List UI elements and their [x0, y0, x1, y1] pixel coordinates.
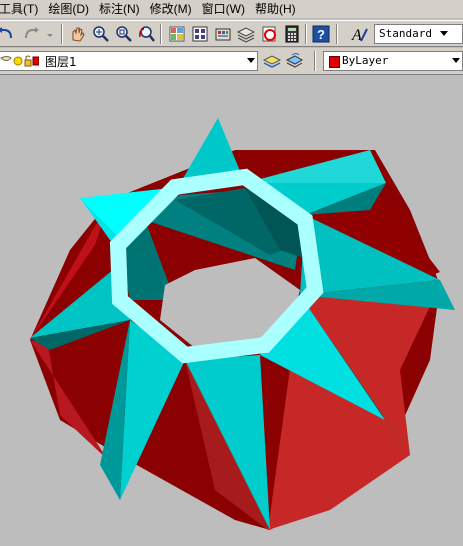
- toolbar-separator: [160, 24, 162, 44]
- markup-icon[interactable]: [259, 24, 279, 44]
- color-control-dropdown[interactable]: ByLayer: [323, 51, 463, 71]
- menu-draw[interactable]: 绘图(D): [43, 0, 94, 18]
- help-icon[interactable]: ?: [311, 24, 331, 44]
- chevron-down-icon: [440, 31, 448, 36]
- svg-text:?: ?: [317, 27, 325, 42]
- layer-state-icons: [0, 54, 40, 71]
- menu-dimension[interactable]: 标注(N): [94, 0, 145, 18]
- tool-palettes-icon[interactable]: [213, 24, 233, 44]
- layer-dropdown[interactable]: 图层1: [0, 51, 258, 71]
- redo-icon[interactable]: [22, 24, 42, 44]
- octagonal-star-model: [30, 118, 455, 530]
- color-value: ByLayer: [342, 54, 389, 67]
- toolbar-separator: [305, 24, 307, 44]
- text-style-value: Standard: [379, 27, 432, 40]
- properties-icon[interactable]: [167, 24, 187, 44]
- layers-toolbar: 图层1 ByLayer: [0, 48, 463, 75]
- zoom-previous-icon[interactable]: [137, 24, 157, 44]
- svg-text:A: A: [351, 27, 362, 44]
- zoom-window-icon[interactable]: [114, 24, 134, 44]
- menu-tools[interactable]: 工具(T): [0, 0, 43, 18]
- pan-icon[interactable]: [68, 24, 88, 44]
- standard-toolbar: ? A Standard: [0, 20, 463, 47]
- zoom-realtime-icon[interactable]: [91, 24, 111, 44]
- menu-window[interactable]: 窗口(W): [197, 0, 250, 18]
- toolbar-separator: [336, 24, 338, 44]
- drawing-viewport[interactable]: [0, 76, 463, 543]
- redo-dropdown-icon[interactable]: [44, 24, 56, 44]
- text-style-dropdown[interactable]: Standard: [374, 24, 463, 44]
- sheet-set-icon[interactable]: [236, 24, 256, 44]
- toolbar-separator: [61, 24, 63, 44]
- quickcalc-icon[interactable]: [282, 24, 302, 44]
- menu-help[interactable]: 帮助(H): [250, 0, 301, 18]
- menu-modify[interactable]: 修改(M): [145, 0, 197, 18]
- toolbar-separator: [314, 51, 316, 71]
- layer-previous-icon[interactable]: [284, 51, 304, 71]
- menu-bar: 工具(T) 绘图(D) 标注(N) 修改(M) 窗口(W) 帮助(H): [0, 0, 463, 18]
- design-center-icon[interactable]: [190, 24, 210, 44]
- make-object-layer-current-icon[interactable]: [262, 51, 282, 71]
- chevron-down-icon: [452, 58, 460, 63]
- undo-icon[interactable]: [0, 24, 16, 44]
- text-style-icon[interactable]: A: [350, 24, 370, 44]
- color-swatch: [329, 56, 340, 68]
- chevron-down-icon: [247, 58, 255, 63]
- layer-name: 图层1: [45, 55, 77, 69]
